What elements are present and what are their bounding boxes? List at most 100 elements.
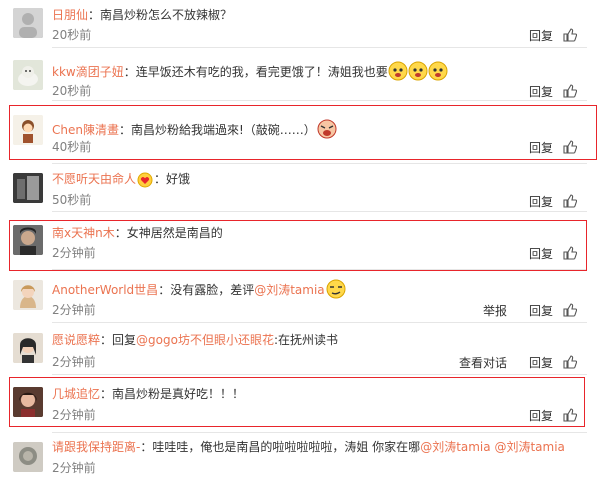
comment-list: 日朋仙：南昌炒粉怎么不放辣椒？ 20秒前 回复 kkw滴团子妞：连早饭还木有吃的… (0, 0, 599, 489)
photo-avatar-icon (13, 173, 43, 203)
comment-actions: 回复 (529, 26, 577, 44)
reply-button[interactable]: 回复 (529, 302, 553, 319)
colon: ： (158, 283, 171, 297)
avatar[interactable] (13, 387, 43, 417)
username-link[interactable]: Chen陳清畫 (52, 123, 119, 137)
comment-actions: 回复 (529, 82, 577, 100)
reply-button[interactable]: 回复 (529, 27, 553, 44)
comment-item: 几城追忆：南昌炒粉是真好吃！！！ 2分钟前 回复 (0, 375, 599, 433)
colon: ： (100, 333, 113, 347)
username-link[interactable]: 日朋仙 (52, 8, 88, 22)
photo-avatar-icon (13, 442, 43, 472)
comment-body: AnotherWorld世昌：没有露脸，差评@刘涛tamia (52, 279, 347, 303)
username-link[interactable]: 南x天神n木 (52, 226, 115, 240)
thumbs-up-icon[interactable] (563, 194, 577, 208)
comment-actions: 查看对话 回复 (459, 353, 577, 371)
timestamp: 20秒前 (52, 28, 92, 42)
thumbs-up-icon[interactable] (563, 408, 577, 422)
avatar[interactable] (13, 333, 43, 363)
timestamp: 2分钟前 (52, 461, 96, 475)
thumbs-up-icon[interactable] (563, 140, 577, 154)
eating-face-icon (316, 119, 338, 143)
timestamp: 40秒前 (52, 140, 92, 154)
colon: ： (118, 123, 131, 137)
colon: ： (123, 65, 136, 79)
comment-item: 日朋仙：南昌炒粉怎么不放辣椒？ 20秒前 回复 (0, 0, 599, 48)
thumbs-up-icon[interactable] (563, 246, 577, 260)
comment-actions: 回复 (529, 244, 577, 262)
view-conversation-button[interactable]: 查看对话 (459, 354, 507, 371)
comment-text: 连早饭还木有吃的我，看完更饿了！涛姐我也要 (135, 65, 388, 79)
thumbs-up-icon[interactable] (563, 355, 577, 369)
avatar[interactable] (13, 225, 43, 255)
comment-item: Chen陳清畫：南昌炒粉給我端過來!（敲碗……） 40秒前 回复 (0, 101, 599, 164)
heart-badge-icon (136, 172, 154, 192)
comment-actions: 回复 (529, 406, 577, 424)
avatar[interactable] (13, 173, 43, 203)
colon: ： (140, 440, 153, 454)
comment-text: :在抚州读书 (273, 333, 339, 347)
username-link[interactable]: kkw滴团子妞 (52, 65, 124, 79)
photo-avatar-icon (13, 387, 43, 417)
comment-body: 日朋仙：南昌炒粉怎么不放辣椒？ (52, 7, 232, 23)
avatar[interactable] (13, 280, 43, 310)
timestamp: 2分钟前 (52, 408, 96, 422)
username-link[interactable]: 愿说愿粹 (52, 333, 100, 347)
thumbs-up-icon[interactable] (563, 303, 577, 317)
comment-item: kkw滴团子妞：连早饭还木有吃的我，看完更饿了！涛姐我也要 20秒前 回复 (0, 48, 599, 101)
username-link[interactable]: 不愿听天由命人 (52, 172, 136, 186)
colon: ： (114, 226, 127, 240)
photo-avatar-icon (13, 280, 43, 310)
comment-actions: 举报 回复 (483, 301, 577, 319)
comment-text: 好饿 (166, 172, 191, 186)
avatar[interactable] (13, 8, 43, 38)
reply-button[interactable]: 回复 (529, 354, 553, 371)
reply-button[interactable]: 回复 (529, 407, 553, 424)
default-avatar-icon (13, 8, 43, 38)
report-button[interactable]: 举报 (483, 302, 507, 319)
avatar[interactable] (13, 60, 43, 90)
comment-text: 女神居然是南昌的 (126, 226, 223, 240)
reply-button[interactable]: 回复 (529, 139, 553, 156)
smirk-face-icon (325, 279, 347, 303)
comment-item: 请跟我保持距离-：哇哇哇，俺也是南昌的啦啦啦啦啦，涛姐 你家在哪@刘涛tamia… (0, 433, 599, 489)
timestamp: 20秒前 (52, 84, 92, 98)
mention-link[interactable]: @刘涛tamia (254, 283, 324, 297)
timestamp: 50秒前 (52, 193, 92, 207)
cartoon-avatar-icon (13, 115, 43, 145)
colon: ： (100, 387, 113, 401)
avatar[interactable] (13, 115, 43, 145)
mention-link[interactable]: @gogo坊不但眼小还眼花 (136, 333, 274, 347)
username-link[interactable]: AnotherWorld世昌 (52, 283, 158, 297)
mention-link-2[interactable]: @刘涛tamia (494, 440, 564, 454)
colon: ： (88, 8, 101, 22)
comment-actions: 回复 (529, 192, 577, 210)
comment-body: 几城追忆：南昌炒粉是真好吃！！！ (52, 386, 244, 402)
cat-avatar-icon (13, 60, 43, 90)
avatar[interactable] (13, 442, 43, 472)
comment-item: AnotherWorld世昌：没有露脸，差评@刘涛tamia 2分钟前 举报 回… (0, 270, 599, 323)
reply-button[interactable]: 回复 (529, 83, 553, 100)
comment-text: 南昌炒粉是真好吃！！！ (112, 387, 245, 401)
thumbs-up-icon[interactable] (563, 28, 577, 42)
reply-prefix: 回复 (112, 333, 137, 347)
reply-button[interactable]: 回复 (529, 245, 553, 262)
username-link[interactable]: 请跟我保持距离- (52, 440, 140, 454)
comment-item: 不愿听天由命人 ：好饿 50秒前 回复 (0, 164, 599, 212)
comment-body: 请跟我保持距离-：哇哇哇，俺也是南昌的啦啦啦啦啦，涛姐 你家在哪@刘涛tamia… (52, 439, 565, 455)
reply-button[interactable]: 回复 (529, 193, 553, 210)
comment-item: 南x天神n木：女神居然是南昌的 2分钟前 回复 (0, 212, 599, 270)
photo-avatar-icon (13, 225, 43, 255)
timestamp: 2分钟前 (52, 246, 96, 260)
username-link[interactable]: 几城追忆 (52, 387, 100, 401)
comment-text: 南昌炒粉怎么不放辣椒？ (100, 8, 233, 22)
thumbs-up-icon[interactable] (563, 84, 577, 98)
mention-link[interactable]: @刘涛tamia (420, 440, 490, 454)
timestamp: 2分钟前 (52, 303, 96, 317)
comment-body: 不愿听天由命人 ：好饿 (52, 171, 190, 192)
comment-actions: 回复 (529, 138, 577, 156)
comment-body: Chen陳清畫：南昌炒粉給我端過來!（敲碗……） (52, 119, 338, 143)
timestamp: 2分钟前 (52, 355, 96, 369)
photo-avatar-icon (13, 333, 43, 363)
comment-body: 愿说愿粹：回复@gogo坊不但眼小还眼花:在抚州读书 (52, 332, 338, 348)
